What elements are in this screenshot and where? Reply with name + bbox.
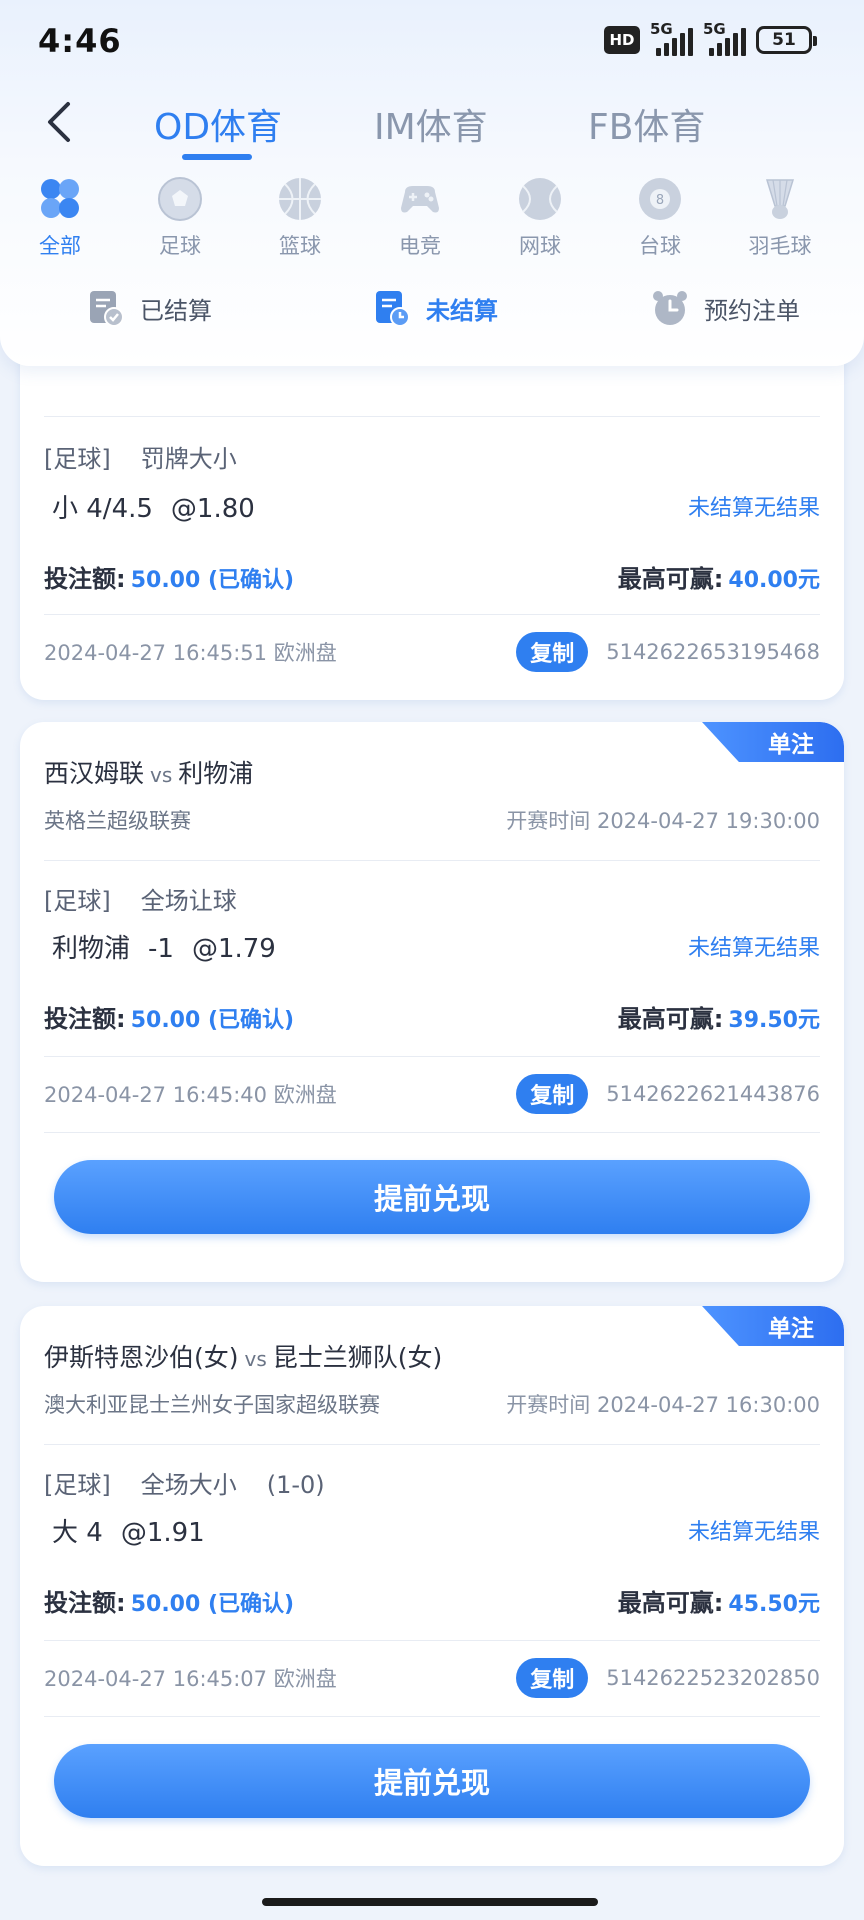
bet-market: [足球] 全场大小 (1-0)	[44, 1470, 325, 1499]
placed-time: 2024-04-27 16:45:51 欧洲盘	[44, 641, 337, 665]
shuttlecock-icon	[765, 179, 795, 219]
bet-pick: 大 4 @1.91	[52, 1517, 205, 1548]
stake-amount: 投注额: 50.00 (已确认)	[44, 564, 295, 593]
settlement-filter: 已结算 未结算 预约注单	[0, 288, 864, 338]
divider	[44, 416, 820, 417]
copy-button[interactable]: 复制	[516, 1074, 589, 1114]
cash-out-button[interactable]: 提前兑现	[54, 1744, 810, 1818]
hd-voice-icon: HD	[604, 26, 640, 54]
bet-market: [足球] 全场让球	[44, 886, 237, 915]
all-sports-icon	[41, 179, 79, 218]
sport-esports[interactable]: 电竞	[370, 176, 470, 260]
match-teams: 西汉姆联 vs 利物浦	[44, 759, 254, 788]
stake-amount: 投注额: 50.00 (已确认)	[44, 1588, 295, 1617]
basketball-icon	[279, 178, 321, 220]
status-bar: 4:46 HD 5G 5G 51	[0, 0, 864, 84]
bet-card: 单注 西汉姆联 vs 利物浦 英格兰超级联赛 开赛时间 2024-04-27 19:…	[20, 722, 844, 1282]
alarm-clock-icon	[653, 291, 687, 325]
max-win: 最高可赢: 40.00元	[617, 564, 820, 593]
order-number: 5142622523202850	[606, 1666, 820, 1690]
stake-amount: 投注额: 50.00 (已确认)	[44, 1004, 295, 1033]
football-icon	[158, 177, 202, 221]
header-panel: 4:46 HD 5G 5G 51 OD体育 IM体育 FB体育 全部 足球 篮球…	[0, 0, 864, 366]
svg-text:8: 8	[656, 193, 664, 208]
sport-basketball[interactable]: 篮球	[250, 176, 350, 260]
tab-od-sports[interactable]: OD体育	[154, 98, 282, 150]
bet-pick: 利物浦 -1 @1.79	[52, 933, 276, 964]
billiard-ball-icon: 8	[639, 178, 681, 220]
match-start-time: 开赛时间 2024-04-27 19:30:00	[506, 809, 820, 833]
filter-unsettled[interactable]: 未结算	[372, 288, 498, 328]
copy-button[interactable]: 复制	[516, 1658, 589, 1698]
filter-reserved[interactable]: 预约注单	[650, 288, 800, 328]
sport-all[interactable]: 全部	[10, 176, 110, 260]
placed-time: 2024-04-27 16:45:07 欧洲盘	[44, 1667, 337, 1691]
back-button[interactable]	[34, 98, 82, 146]
order-number: 5142622653195468	[606, 640, 820, 664]
bet-market: [足球] 罚牌大小	[44, 444, 237, 473]
divider	[44, 1640, 820, 1641]
sport-tennis[interactable]: 网球	[490, 176, 590, 260]
settle-status: 未结算无结果	[687, 496, 820, 521]
divider	[44, 860, 820, 861]
active-tab-indicator	[182, 154, 252, 160]
home-indicator[interactable]	[262, 1898, 598, 1906]
sport-billiards[interactable]: 8 台球	[610, 176, 710, 260]
chevron-left-icon	[48, 102, 70, 142]
battery-icon: 51	[756, 26, 817, 54]
provider-tabs: OD体育 IM体育 FB体育	[0, 88, 864, 168]
divider	[44, 1056, 820, 1057]
bet-card: 单注 伊斯特恩沙伯(女) vs 昆士兰狮队(女) 澳大利亚昆士兰州女子国家超级联赛 …	[20, 1306, 844, 1866]
clock: 4:46	[38, 22, 122, 60]
gamepad-icon	[401, 186, 439, 213]
cellular-signal-icon: 5G	[650, 20, 693, 56]
copy-button[interactable]: 复制	[516, 632, 589, 672]
tennis-ball-icon	[519, 178, 561, 220]
bet-pick: 小 4/4.5 @1.80	[52, 493, 255, 524]
cellular-signal-icon: 5G	[703, 20, 746, 56]
divider	[44, 614, 820, 615]
tab-fb-sports[interactable]: FB体育	[588, 98, 705, 150]
cash-out-button[interactable]: 提前兑现	[54, 1160, 810, 1234]
league-name: 澳大利亚昆士兰州女子国家超级联赛	[44, 1393, 380, 1417]
settle-status: 未结算无结果	[687, 936, 820, 961]
tab-im-sports[interactable]: IM体育	[374, 98, 488, 150]
sport-football[interactable]: 足球	[130, 176, 230, 260]
divider	[44, 1444, 820, 1445]
placed-time: 2024-04-27 16:45:40 欧洲盘	[44, 1083, 337, 1107]
unsettled-doc-icon	[376, 291, 410, 327]
sport-badminton[interactable]: 羽毛球	[730, 176, 830, 260]
max-win: 最高可赢: 39.50元	[617, 1004, 820, 1033]
sport-filter: 全部 足球 篮球 电竞 网球 8 台球 羽毛球	[0, 176, 864, 266]
settle-status: 未结算无结果	[687, 1520, 820, 1545]
league-name: 英格兰超级联赛	[44, 809, 191, 833]
order-number: 5142622621443876	[606, 1082, 820, 1106]
match-teams: 伊斯特恩沙伯(女) vs 昆士兰狮队(女)	[44, 1343, 443, 1372]
filter-settled[interactable]: 已结算	[86, 288, 212, 328]
settled-doc-icon	[90, 291, 124, 327]
max-win: 最高可赢: 45.50元	[617, 1588, 820, 1617]
divider	[44, 1716, 820, 1717]
divider	[44, 1132, 820, 1133]
match-start-time: 开赛时间 2024-04-27 16:30:00	[506, 1393, 820, 1417]
